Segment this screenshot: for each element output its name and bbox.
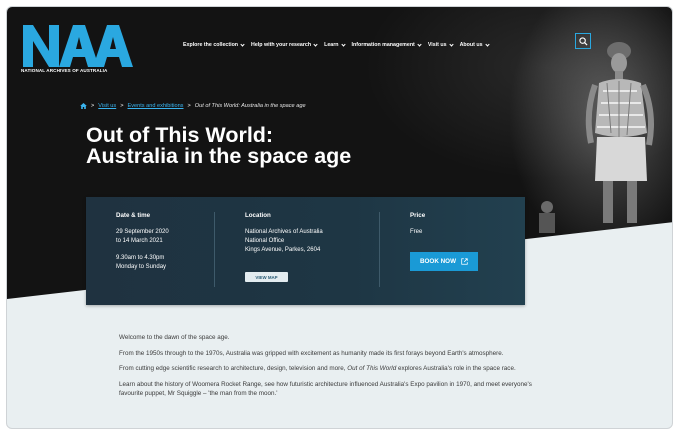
nav-help-research[interactable]: Help with your research (251, 40, 318, 50)
intro-paragraph: Learn about the history of Woomera Rocke… (119, 380, 532, 398)
card-divider (214, 212, 215, 287)
hero-background-figure (527, 197, 567, 237)
date-line: 29 September 2020 (116, 229, 169, 235)
nav-visit-us[interactable]: Visit us (427, 40, 454, 50)
search-button[interactable] (575, 33, 591, 49)
breadcrumb-separator: > (120, 103, 124, 109)
page-title-line2: Australia in the space age (86, 143, 352, 168)
book-now-button[interactable]: BOOK NOW (410, 252, 478, 271)
location-line: National Archives of Australia (245, 229, 323, 235)
external-link-icon (461, 258, 468, 265)
date-line: to 14 March 2021 (116, 238, 163, 244)
location-heading: Location (245, 212, 271, 219)
intro-content: Welcome to the dawn of the space age. Fr… (119, 333, 539, 405)
book-now-label: BOOK NOW (419, 258, 457, 265)
page-title: Out of This World: Australia in the spac… (86, 125, 446, 166)
chevron-down-icon (340, 41, 346, 47)
nav-about-us[interactable]: About us (459, 40, 490, 50)
card-divider (379, 212, 380, 287)
time-line: 9.30am to 4.30pm (116, 255, 165, 261)
breadcrumb-separator: > (187, 103, 191, 109)
nav-label: Help with your research (251, 42, 312, 48)
intro-paragraph: Welcome to the dawn of the space age. (119, 334, 230, 341)
home-icon[interactable] (80, 103, 87, 109)
breadcrumb: > Visit us > Events and exhibitions > Ou… (80, 103, 306, 109)
view-map-button[interactable]: VIEW MAP (245, 272, 288, 282)
nav-explore-collection[interactable]: Explore the collection (183, 40, 245, 50)
time-line: Monday to Sunday (116, 264, 167, 270)
location-line: Kings Avenue, Parkes, 2604 (245, 247, 321, 253)
location-line: National Office (245, 238, 285, 244)
paragraph-text: explores Australia's role in the space r… (396, 365, 516, 373)
exhibition-name: Out of This World (347, 365, 397, 373)
nav-learn[interactable]: Learn (324, 40, 346, 50)
event-info-card: Date & time 29 September 2020 to 14 Marc… (86, 197, 525, 305)
logo-text: NATIONAL ARCHIVES OF AUSTRALIA (21, 68, 108, 73)
chevron-down-icon (484, 41, 490, 47)
nav-information-management[interactable]: Information management (351, 40, 422, 50)
page-title-line1: Out of This World: (86, 123, 274, 147)
page-frame: NATIONAL ARCHIVES OF AUSTRALIA Explore t… (6, 6, 673, 429)
chevron-down-icon (313, 41, 318, 47)
date-time-heading: Date & time (116, 212, 151, 219)
chevron-down-icon (417, 41, 422, 47)
search-icon (578, 36, 588, 46)
nav-label: About us (459, 42, 483, 48)
nav-label: Learn (324, 42, 339, 48)
breadcrumb-events-exhibitions[interactable]: Events and exhibitions (128, 103, 184, 109)
breadcrumb-separator: > (91, 103, 95, 109)
intro-paragraph: From the 1950s through to the 1970s, Aus… (119, 349, 504, 357)
chevron-down-icon (240, 41, 245, 47)
chevron-down-icon (448, 41, 454, 47)
breadcrumb-current: Out of This World: Australia in the spac… (194, 103, 306, 109)
main-nav: Explore the collection Help with your re… (183, 40, 496, 50)
nav-label: Information management (351, 42, 415, 48)
nav-label: Visit us (427, 42, 447, 48)
hero-model-photo (577, 33, 667, 223)
nav-label: Explore the collection (183, 42, 239, 48)
price-value: Free (410, 229, 423, 235)
intro-paragraph: From cutting edge scientific research to… (119, 364, 539, 373)
price-heading: Price (410, 212, 426, 219)
paragraph-text: From cutting edge scientific research to… (119, 365, 348, 373)
breadcrumb-visit-us[interactable]: Visit us (98, 103, 116, 109)
